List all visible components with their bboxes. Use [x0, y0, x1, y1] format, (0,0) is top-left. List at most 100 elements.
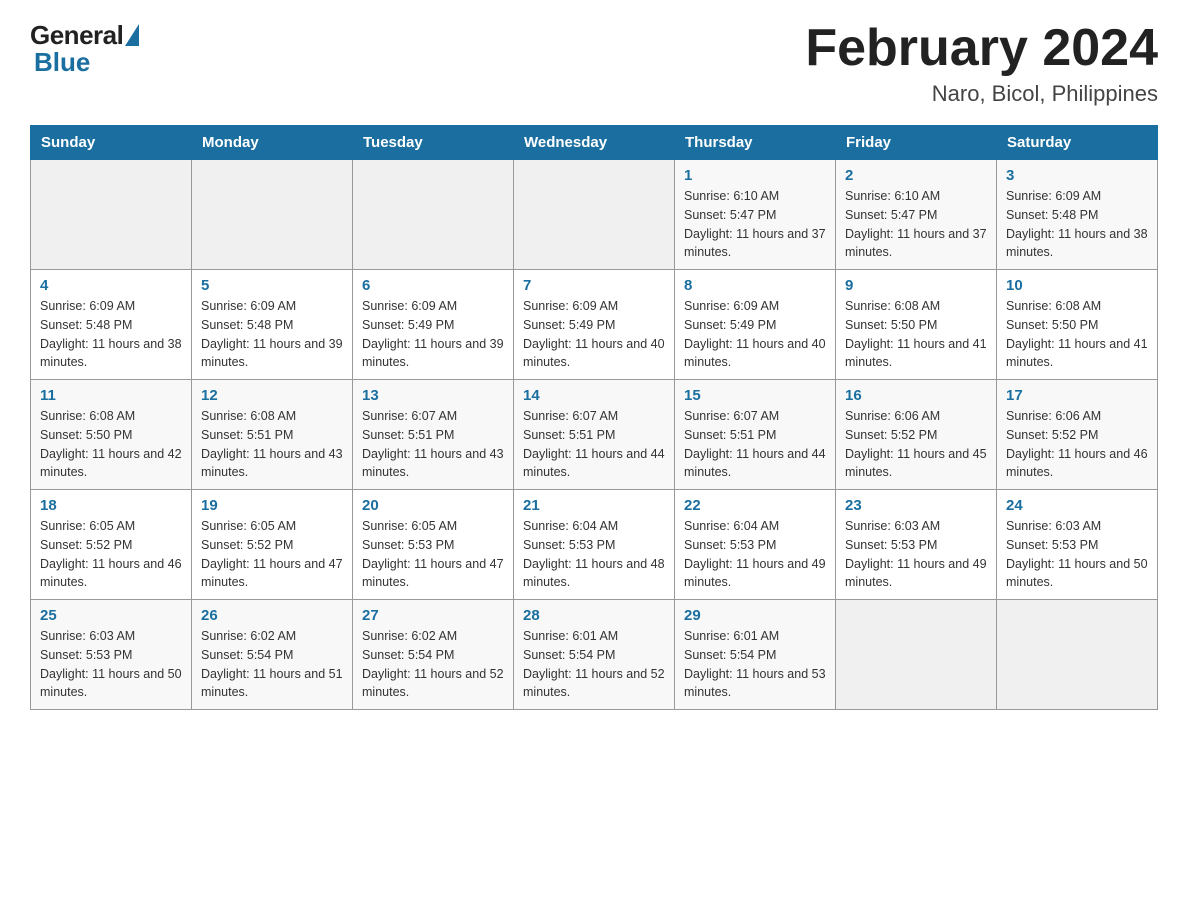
- day-number: 15: [684, 387, 826, 404]
- calendar-cell: 29 Sunrise: 6:01 AMSunset: 5:54 PMDayligh…: [675, 600, 836, 710]
- calendar-cell: 2 Sunrise: 6:10 AMSunset: 5:47 PMDaylight…: [836, 160, 997, 270]
- day-info: Sunrise: 6:08 AMSunset: 5:50 PMDaylight:…: [1006, 297, 1148, 372]
- weekday-header-sunday: Sunday: [31, 126, 192, 160]
- calendar-cell: [836, 600, 997, 710]
- calendar-cell: 17 Sunrise: 6:06 AMSunset: 5:52 PMDayligh…: [997, 380, 1158, 490]
- calendar-cell: [353, 160, 514, 270]
- day-number: 20: [362, 497, 504, 514]
- calendar-cell: [997, 600, 1158, 710]
- calendar-cell: 26 Sunrise: 6:02 AMSunset: 5:54 PMDayligh…: [192, 600, 353, 710]
- day-info: Sunrise: 6:07 AMSunset: 5:51 PMDaylight:…: [362, 407, 504, 482]
- day-info: Sunrise: 6:09 AMSunset: 5:49 PMDaylight:…: [684, 297, 826, 372]
- day-number: 22: [684, 497, 826, 514]
- weekday-header-thursday: Thursday: [675, 126, 836, 160]
- calendar-cell: [514, 160, 675, 270]
- day-info: Sunrise: 6:04 AMSunset: 5:53 PMDaylight:…: [523, 517, 665, 592]
- day-number: 4: [40, 277, 182, 294]
- day-number: 26: [201, 607, 343, 624]
- calendar-cell: 5Sunrise: 6:09 AMSunset: 5:48 PMDaylight…: [192, 270, 353, 380]
- day-number: 23: [845, 497, 987, 514]
- day-info: Sunrise: 6:05 AMSunset: 5:53 PMDaylight:…: [362, 517, 504, 592]
- logo-triangle-icon: [125, 24, 139, 46]
- weekday-header-tuesday: Tuesday: [353, 126, 514, 160]
- page-header: General Blue February 2024 Naro, Bicol, …: [30, 20, 1158, 107]
- calendar-cell: 22 Sunrise: 6:04 AMSunset: 5:53 PMDayligh…: [675, 490, 836, 600]
- day-number: 1: [684, 167, 826, 184]
- day-info: Sunrise: 6:07 AMSunset: 5:51 PMDaylight:…: [523, 407, 665, 482]
- day-info: Sunrise: 6:06 AMSunset: 5:52 PMDaylight:…: [1006, 407, 1148, 482]
- weekday-header-row: SundayMondayTuesdayWednesdayThursdayFrid…: [31, 126, 1158, 160]
- day-info: Sunrise: 6:04 AMSunset: 5:53 PMDaylight:…: [684, 517, 826, 592]
- day-number: 13: [362, 387, 504, 404]
- day-number: 21: [523, 497, 665, 514]
- calendar-table: SundayMondayTuesdayWednesdayThursdayFrid…: [30, 125, 1158, 710]
- day-info: Sunrise: 6:02 AMSunset: 5:54 PMDaylight:…: [201, 627, 343, 702]
- month-title: February 2024: [805, 20, 1158, 77]
- day-number: 8: [684, 277, 826, 294]
- calendar-cell: 18 Sunrise: 6:05 AMSunset: 5:52 PMDayligh…: [31, 490, 192, 600]
- calendar-week-row: 18 Sunrise: 6:05 AMSunset: 5:52 PMDayligh…: [31, 490, 1158, 600]
- day-number: 11: [40, 387, 182, 404]
- calendar-cell: 13 Sunrise: 6:07 AMSunset: 5:51 PMDayligh…: [353, 380, 514, 490]
- calendar-cell: 21 Sunrise: 6:04 AMSunset: 5:53 PMDayligh…: [514, 490, 675, 600]
- day-info: Sunrise: 6:08 AMSunset: 5:51 PMDaylight:…: [201, 407, 343, 482]
- logo-blue-text: Blue: [30, 47, 90, 78]
- calendar-cell: 24Sunrise: 6:03 AMSunset: 5:53 PMDayligh…: [997, 490, 1158, 600]
- calendar-week-row: 1 Sunrise: 6:10 AMSunset: 5:47 PMDaylight…: [31, 160, 1158, 270]
- calendar-cell: 14 Sunrise: 6:07 AMSunset: 5:51 PMDayligh…: [514, 380, 675, 490]
- day-info: Sunrise: 6:07 AMSunset: 5:51 PMDaylight:…: [684, 407, 826, 482]
- logo: General Blue: [30, 20, 139, 78]
- day-number: 12: [201, 387, 343, 404]
- day-info: Sunrise: 6:09 AMSunset: 5:48 PMDaylight:…: [40, 297, 182, 372]
- calendar-week-row: 4 Sunrise: 6:09 AMSunset: 5:48 PMDaylight…: [31, 270, 1158, 380]
- day-number: 17: [1006, 387, 1148, 404]
- day-info: Sunrise: 6:09 AMSunset: 5:49 PMDaylight:…: [523, 297, 665, 372]
- location-title: Naro, Bicol, Philippines: [805, 81, 1158, 107]
- day-info: Sunrise: 6:01 AMSunset: 5:54 PMDaylight:…: [684, 627, 826, 702]
- day-info: Sunrise: 6:10 AMSunset: 5:47 PMDaylight:…: [845, 187, 987, 262]
- day-info: Sunrise: 6:06 AMSunset: 5:52 PMDaylight:…: [845, 407, 987, 482]
- calendar-cell: 16 Sunrise: 6:06 AMSunset: 5:52 PMDayligh…: [836, 380, 997, 490]
- day-number: 28: [523, 607, 665, 624]
- weekday-header-saturday: Saturday: [997, 126, 1158, 160]
- calendar-cell: 11Sunrise: 6:08 AMSunset: 5:50 PMDayligh…: [31, 380, 192, 490]
- day-info: Sunrise: 6:09 AMSunset: 5:48 PMDaylight:…: [201, 297, 343, 372]
- day-info: Sunrise: 6:09 AMSunset: 5:49 PMDaylight:…: [362, 297, 504, 372]
- day-number: 10: [1006, 277, 1148, 294]
- day-info: Sunrise: 6:09 AMSunset: 5:48 PMDaylight:…: [1006, 187, 1148, 262]
- day-number: 18: [40, 497, 182, 514]
- day-info: Sunrise: 6:05 AMSunset: 5:52 PMDaylight:…: [201, 517, 343, 592]
- day-info: Sunrise: 6:10 AMSunset: 5:47 PMDaylight:…: [684, 187, 826, 262]
- calendar-cell: 9Sunrise: 6:08 AMSunset: 5:50 PMDaylight…: [836, 270, 997, 380]
- calendar-cell: 20 Sunrise: 6:05 AMSunset: 5:53 PMDayligh…: [353, 490, 514, 600]
- day-info: Sunrise: 6:02 AMSunset: 5:54 PMDaylight:…: [362, 627, 504, 702]
- calendar-cell: 25 Sunrise: 6:03 AMSunset: 5:53 PMDayligh…: [31, 600, 192, 710]
- weekday-header-monday: Monday: [192, 126, 353, 160]
- day-number: 2: [845, 167, 987, 184]
- calendar-cell: 10 Sunrise: 6:08 AMSunset: 5:50 PMDayligh…: [997, 270, 1158, 380]
- day-number: 19: [201, 497, 343, 514]
- day-number: 25: [40, 607, 182, 624]
- day-number: 16: [845, 387, 987, 404]
- day-info: Sunrise: 6:05 AMSunset: 5:52 PMDaylight:…: [40, 517, 182, 592]
- calendar-cell: 8 Sunrise: 6:09 AMSunset: 5:49 PMDaylight…: [675, 270, 836, 380]
- calendar-cell: 7Sunrise: 6:09 AMSunset: 5:49 PMDaylight…: [514, 270, 675, 380]
- calendar-cell: 3Sunrise: 6:09 AMSunset: 5:48 PMDaylight…: [997, 160, 1158, 270]
- calendar-cell: [31, 160, 192, 270]
- day-number: 27: [362, 607, 504, 624]
- calendar-cell: 23 Sunrise: 6:03 AMSunset: 5:53 PMDayligh…: [836, 490, 997, 600]
- day-number: 29: [684, 607, 826, 624]
- day-number: 14: [523, 387, 665, 404]
- calendar-cell: 28 Sunrise: 6:01 AMSunset: 5:54 PMDayligh…: [514, 600, 675, 710]
- calendar-cell: 6 Sunrise: 6:09 AMSunset: 5:49 PMDaylight…: [353, 270, 514, 380]
- calendar-cell: 15 Sunrise: 6:07 AMSunset: 5:51 PMDayligh…: [675, 380, 836, 490]
- day-info: Sunrise: 6:01 AMSunset: 5:54 PMDaylight:…: [523, 627, 665, 702]
- day-info: Sunrise: 6:08 AMSunset: 5:50 PMDaylight:…: [845, 297, 987, 372]
- day-number: 6: [362, 277, 504, 294]
- calendar-week-row: 25 Sunrise: 6:03 AMSunset: 5:53 PMDayligh…: [31, 600, 1158, 710]
- day-info: Sunrise: 6:03 AMSunset: 5:53 PMDaylight:…: [40, 627, 182, 702]
- day-info: Sunrise: 6:03 AMSunset: 5:53 PMDaylight:…: [1006, 517, 1148, 592]
- weekday-header-friday: Friday: [836, 126, 997, 160]
- day-info: Sunrise: 6:03 AMSunset: 5:53 PMDaylight:…: [845, 517, 987, 592]
- title-block: February 2024 Naro, Bicol, Philippines: [805, 20, 1158, 107]
